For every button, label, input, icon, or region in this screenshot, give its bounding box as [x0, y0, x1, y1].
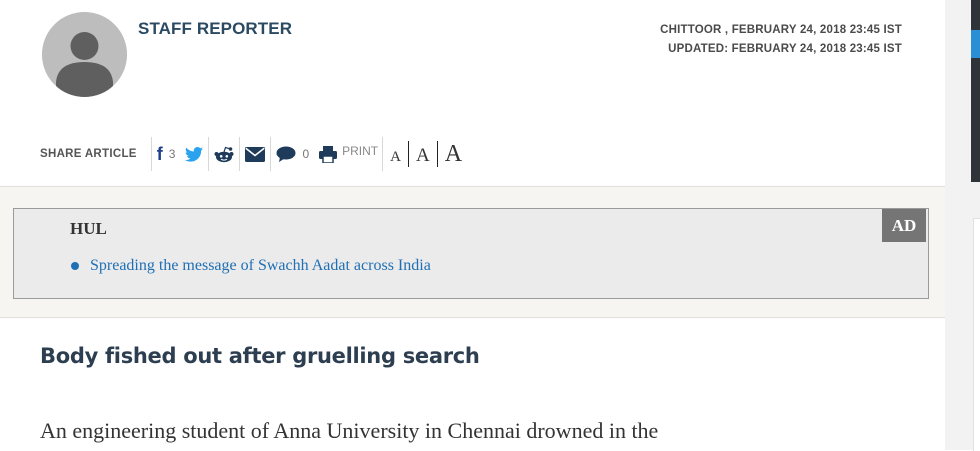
bullet-icon — [71, 262, 79, 270]
article-meta: CHITTOOR , FEBRUARY 24, 2018 23:45 IST U… — [660, 21, 902, 59]
twitter-share-button[interactable] — [180, 146, 208, 162]
sponsored-ad[interactable]: HUL AD Spreading the message of Swachh A… — [13, 208, 929, 299]
ad-badge: AD — [882, 209, 926, 242]
twitter-icon — [185, 146, 204, 162]
ad-list-item: Spreading the message of Swachh Aadat ac… — [71, 257, 431, 275]
print-label: PRINT — [342, 144, 379, 158]
facebook-count: 3 — [168, 147, 176, 161]
comment-button[interactable]: 0 — [271, 146, 314, 162]
right-sidebar — [945, 0, 980, 451]
sidebar-accent — [971, 30, 980, 58]
email-icon — [245, 146, 266, 162]
email-share-button[interactable] — [240, 146, 270, 162]
print-icon — [319, 145, 338, 163]
reddit-icon — [214, 146, 234, 162]
dateline: CHITTOOR , FEBRUARY 24, 2018 23:45 IST — [660, 24, 902, 36]
article-headline: Body fished out after gruelling search — [40, 344, 480, 368]
sidebar-widget — [971, 0, 980, 182]
updated-time: UPDATED: FEBRUARY 24, 2018 23:45 IST — [668, 43, 902, 55]
font-size-large-button[interactable]: A — [438, 142, 469, 166]
comment-icon — [276, 146, 296, 162]
ad-link[interactable]: Spreading the message of Swachh Aadat ac… — [90, 257, 431, 275]
font-size-small-button[interactable]: A — [383, 149, 408, 165]
print-button[interactable]: PRINT — [314, 144, 382, 163]
author-name[interactable]: STAFF REPORTER — [138, 19, 292, 39]
share-label: SHARE ARTICLE — [40, 148, 137, 160]
comment-count: 0 — [302, 147, 310, 161]
user-silhouette-icon — [42, 12, 127, 97]
ad-zone: HUL AD Spreading the message of Swachh A… — [0, 186, 945, 318]
share-bar: SHARE ARTICLE f 3 0 PRINT A A A — [40, 137, 469, 171]
font-size-medium-button[interactable]: A — [409, 146, 437, 165]
sidebar-panel — [973, 218, 980, 451]
ad-sponsor: HUL — [70, 219, 107, 238]
facebook-icon: f — [156, 144, 163, 164]
article-main: STAFF REPORTER CHITTOOR , FEBRUARY 24, 2… — [0, 0, 945, 450]
reddit-share-button[interactable] — [209, 146, 239, 163]
author-avatar — [42, 12, 127, 97]
article-body: An engineering student of Anna Universit… — [40, 418, 659, 443]
facebook-share-button[interactable]: f 3 — [152, 145, 181, 163]
